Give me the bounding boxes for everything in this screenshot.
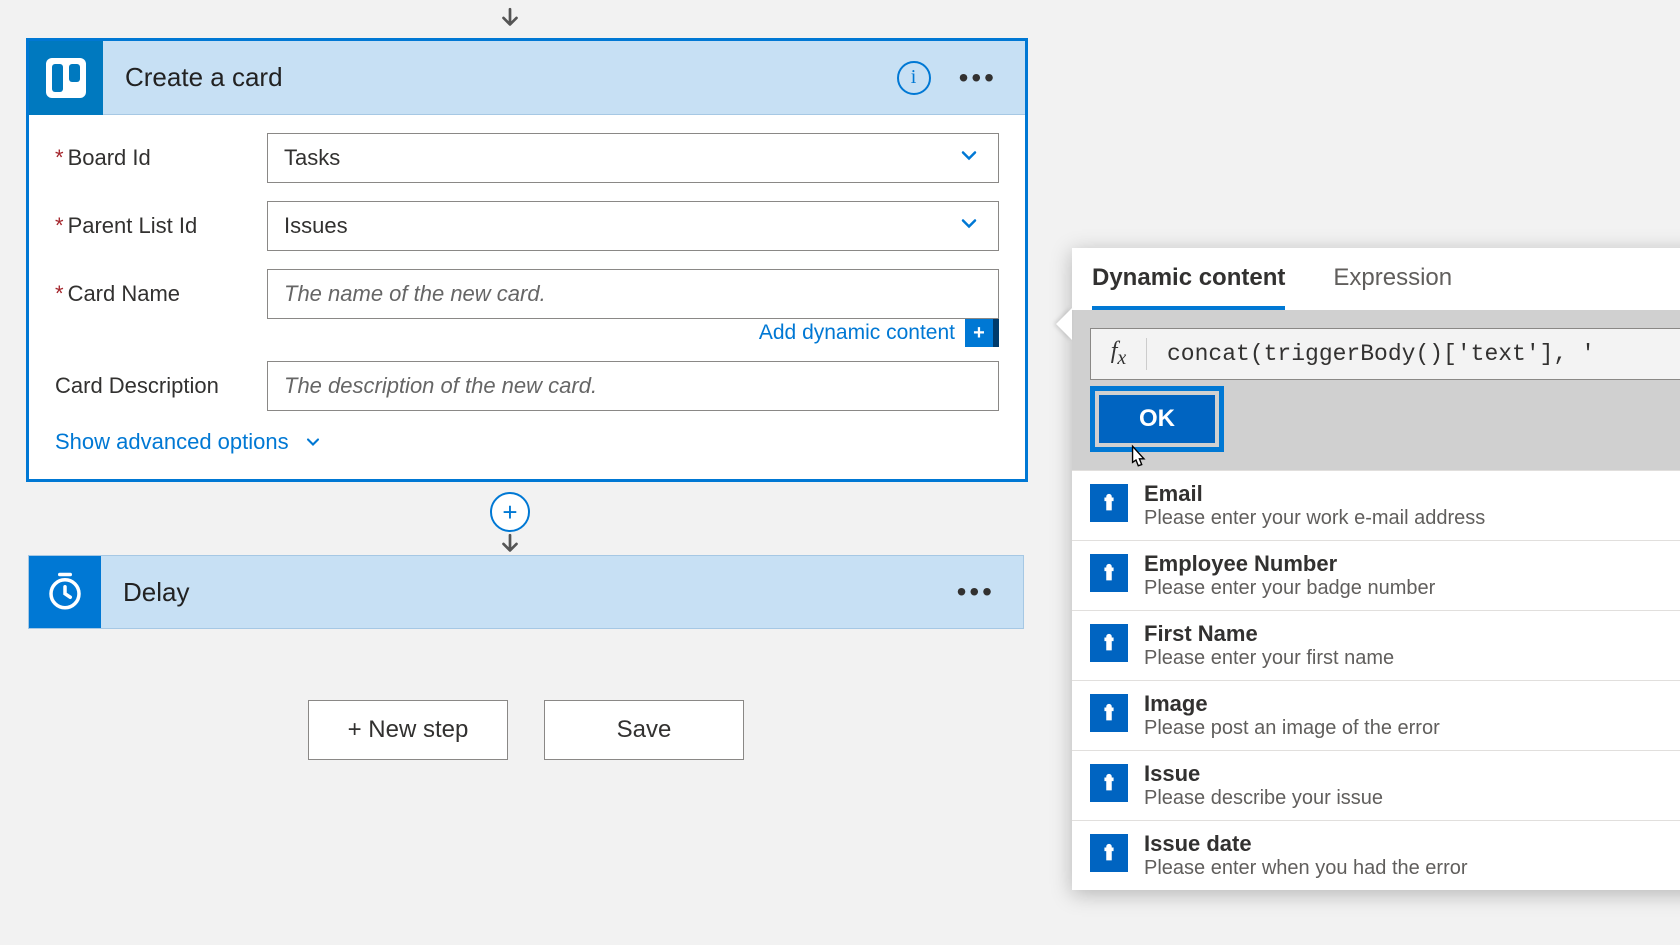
card-name-input[interactable] <box>267 269 999 319</box>
dynamic-item-desc: Please post an image of the error <box>1144 717 1680 740</box>
add-dynamic-content-button[interactable]: + <box>965 319 993 347</box>
info-icon[interactable]: i <box>897 61 931 95</box>
dynamic-item-title: Image <box>1144 691 1680 717</box>
delay-title: Delay <box>123 577 957 608</box>
new-step-button[interactable]: + New step <box>308 700 508 760</box>
popup-pointer <box>1056 308 1072 340</box>
dynamic-item-desc: Please enter when you had the error <box>1144 857 1680 880</box>
card-name-label: *Card Name <box>55 281 267 307</box>
dynamic-item-title: Issue date <box>1144 831 1680 857</box>
input-icon <box>1090 834 1128 872</box>
dynamic-item-title: Email <box>1144 481 1680 507</box>
dynamic-item-desc: Please enter your badge number <box>1144 577 1680 600</box>
more-icon[interactable]: ••• <box>957 576 995 608</box>
tab-expression[interactable]: Expression <box>1333 264 1452 310</box>
fx-icon: fx <box>1091 338 1147 370</box>
trello-icon <box>29 41 103 115</box>
expression-text: concat(triggerBody()['text'], ' <box>1147 341 1680 367</box>
show-advanced-label: Show advanced options <box>55 429 289 455</box>
action-card-create: Create a card i ••• *Board Id *Parent Li… <box>26 38 1028 482</box>
action-header[interactable]: Create a card i ••• <box>29 41 1025 115</box>
input-icon <box>1090 624 1128 662</box>
dynamic-item-title: Employee Number <box>1144 551 1680 577</box>
show-advanced-options[interactable]: Show advanced options <box>55 429 999 455</box>
dynamic-content-item[interactable]: First NamePlease enter your first name <box>1072 610 1680 680</box>
input-icon <box>1090 694 1128 732</box>
dynamic-item-desc: Please enter your first name <box>1144 647 1680 670</box>
ok-button[interactable]: OK <box>1099 395 1215 443</box>
action-card-delay[interactable]: Delay ••• <box>28 555 1024 629</box>
connector-arrow-icon <box>497 6 523 39</box>
delay-icon <box>29 556 101 628</box>
card-description-label: Card Description <box>55 373 267 399</box>
add-dynamic-accent <box>993 319 999 347</box>
board-id-label: *Board Id <box>55 145 267 171</box>
input-icon <box>1090 764 1128 802</box>
save-button[interactable]: Save <box>544 700 744 760</box>
dynamic-content-item[interactable]: Issue datePlease enter when you had the … <box>1072 820 1680 890</box>
dynamic-content-item[interactable]: Employee NumberPlease enter your badge n… <box>1072 540 1680 610</box>
input-icon <box>1090 484 1128 522</box>
dynamic-content-item[interactable]: ImagePlease post an image of the error <box>1072 680 1680 750</box>
board-id-select[interactable] <box>267 133 999 183</box>
dynamic-content-item[interactable]: IssuePlease describe your issue <box>1072 750 1680 820</box>
tab-dynamic-content[interactable]: Dynamic content <box>1092 264 1285 310</box>
dynamic-content-item[interactable]: EmailPlease enter your work e-mail addre… <box>1072 470 1680 540</box>
dynamic-item-desc: Please describe your issue <box>1144 787 1680 810</box>
parent-list-select[interactable] <box>267 201 999 251</box>
chevron-down-icon <box>303 432 323 452</box>
add-step-inline-button[interactable]: + <box>490 492 530 532</box>
dynamic-content-popup: Dynamic content Expression fx concat(tri… <box>1072 248 1680 890</box>
input-icon <box>1090 554 1128 592</box>
expression-input[interactable]: fx concat(triggerBody()['text'], ' <box>1090 328 1680 380</box>
dynamic-item-title: Issue <box>1144 761 1680 787</box>
action-title: Create a card <box>125 62 897 93</box>
parent-list-label: *Parent List Id <box>55 213 267 239</box>
card-description-input[interactable] <box>267 361 999 411</box>
more-icon[interactable]: ••• <box>959 62 997 94</box>
add-dynamic-content-link[interactable]: Add dynamic content <box>759 321 955 345</box>
dynamic-item-title: First Name <box>1144 621 1680 647</box>
dynamic-item-desc: Please enter your work e-mail address <box>1144 507 1680 530</box>
